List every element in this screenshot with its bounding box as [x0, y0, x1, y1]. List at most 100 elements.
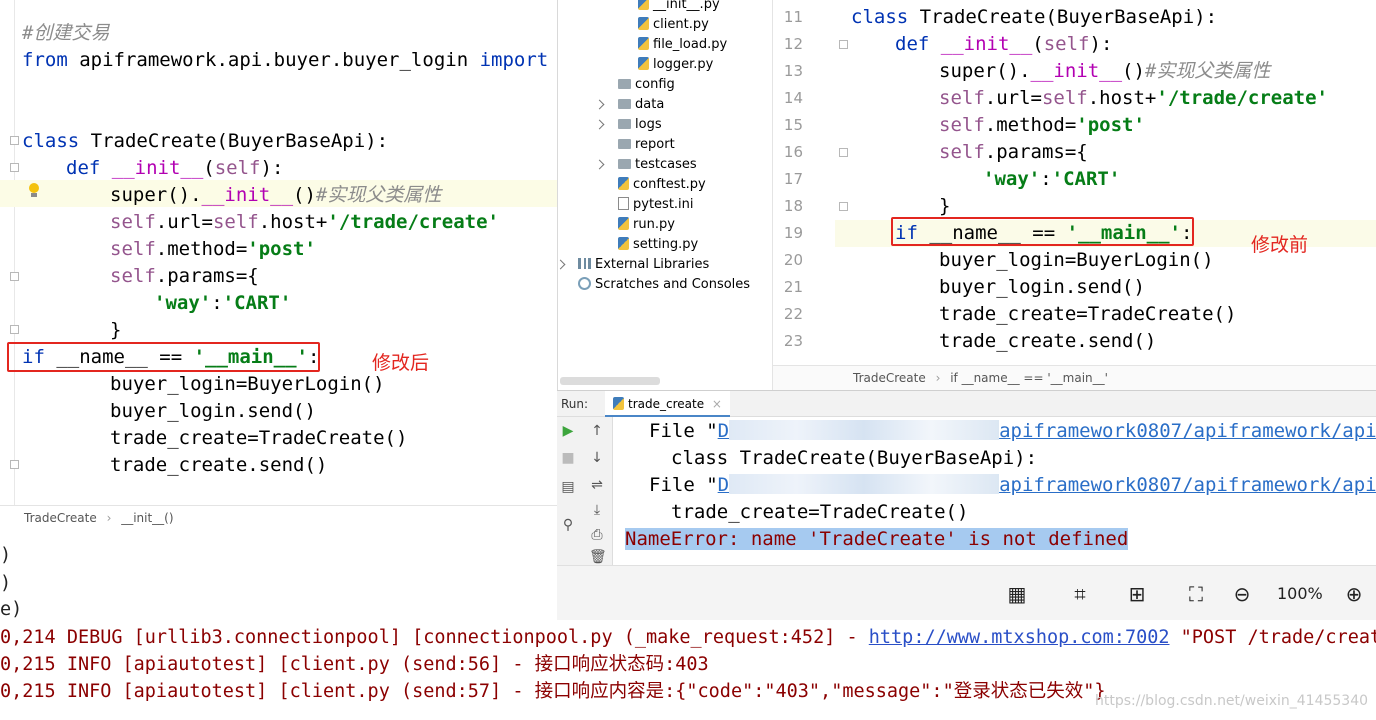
trash-icon[interactable]: 🗑: [589, 549, 607, 565]
code-line-url: self.url=self.host+'/trade/create': [110, 209, 499, 236]
error-message: NameError: name 'TradeCreate' is not def…: [625, 526, 1129, 553]
fit-screen-icon[interactable]: ⛶: [1184, 582, 1208, 606]
tree-item-config[interactable]: config: [618, 75, 675, 95]
tree-item-client[interactable]: client.py: [638, 15, 709, 35]
zoom-out-icon[interactable]: ⊖: [1230, 582, 1254, 606]
traceback-link[interactable]: apiframework0807/apiframework/api/bu: [999, 474, 1376, 496]
import-name: Bu: [548, 49, 557, 71]
tree-item-logger[interactable]: logger.py: [638, 55, 713, 75]
tab-label: trade_create: [628, 397, 705, 411]
url-string: '/trade/create': [1156, 87, 1328, 109]
expand-arrow-icon[interactable]: [594, 159, 605, 170]
keyword-def: def: [895, 33, 930, 55]
image-viewer-toolbar: ▦ ⌗ ⊞ ⛶ ⊖ 100% ⊕: [557, 565, 1376, 620]
tree-item-run[interactable]: run.py: [618, 215, 675, 235]
fold-marker-icon[interactable]: [839, 148, 848, 157]
run-panel[interactable]: Run: trade_create × ▶ ↑ ■ ↓ ▤ ⇌ ⤓ ⚲ ⎙ 🗑 …: [557, 390, 1376, 565]
log-stub: e): [0, 599, 23, 620]
trade-assign: trade_create=TradeCreate(): [939, 303, 1237, 325]
traceback-link[interactable]: D: [718, 420, 729, 442]
annotation-after: 修改后: [372, 352, 430, 374]
fold-marker-icon[interactable]: [10, 272, 19, 281]
ocr-icon[interactable]: ⊞: [1125, 582, 1149, 606]
breadcrumb-item[interactable]: if __name__ == '__main__': [950, 371, 1108, 385]
down-arrow-icon[interactable]: ↓: [589, 450, 605, 466]
login-assign: buyer_login=BuyerLogin(): [939, 249, 1214, 271]
close-tab-icon[interactable]: ×: [712, 397, 722, 411]
expand-arrow-icon[interactable]: [594, 119, 605, 130]
breadcrumb-item[interactable]: TradeCreate: [24, 511, 97, 525]
tree-item-scratches[interactable]: Scratches and Consoles: [578, 275, 750, 295]
crop-icon[interactable]: ⌗: [1068, 582, 1092, 606]
tree-item-setting[interactable]: setting.py: [618, 235, 698, 255]
thumbnails-icon[interactable]: ▦: [1005, 582, 1029, 606]
left-code-editor[interactable]: #创建交易 from apiframework.api.buyer.buyer_…: [0, 0, 557, 530]
way-key: 'way': [154, 292, 212, 314]
line-number-gutter: 11 12 13 14 15 16 17 18 19 20 21 22 23: [773, 0, 835, 365]
log-url-link[interactable]: http://www.mtxshop.com:7002: [869, 627, 1170, 648]
expand-arrow-icon[interactable]: [594, 99, 605, 110]
tree-item-logs[interactable]: logs: [618, 115, 662, 135]
log-line-status: 0,215 INFO [apiautotest] [client.py (sen…: [0, 654, 709, 675]
tree-item-conftest[interactable]: conftest.py: [618, 175, 706, 195]
login-send: buyer_login.send(): [110, 400, 316, 422]
traceback-file-line: File "D apiframework0807/apiframework/api…: [649, 418, 1376, 445]
project-tree[interactable]: __init__.py client.py file_load.py logge…: [557, 0, 772, 390]
tree-item-pytest-ini[interactable]: pytest.ini: [618, 195, 694, 215]
layout-icon[interactable]: ▤: [560, 479, 576, 495]
fold-marker-icon[interactable]: [10, 163, 19, 172]
host-attr: .host+: [1087, 87, 1157, 109]
params-attr: .params={: [155, 265, 259, 287]
tree-item-label: testcases: [635, 157, 697, 172]
super-comment: #实现父类属性: [1144, 60, 1271, 82]
line-number: 12: [783, 35, 803, 53]
code-line-brace: }: [939, 193, 950, 220]
python-file-icon: [618, 237, 629, 250]
log-text: "POST /trade/create?: [1180, 627, 1376, 648]
colon: :: [211, 292, 223, 314]
fold-marker-icon[interactable]: [839, 202, 848, 211]
tree-item-external-libraries[interactable]: External Libraries: [578, 255, 709, 275]
redacted-path: [729, 474, 1000, 494]
stop-icon[interactable]: ■: [560, 450, 576, 466]
fold-marker-icon[interactable]: [10, 136, 19, 145]
lightbulb-icon[interactable]: [28, 183, 40, 198]
traceback-link[interactable]: apiframework0807/apiframework/api/bu: [999, 420, 1376, 442]
breadcrumb-item[interactable]: TradeCreate: [853, 371, 926, 385]
up-arrow-icon[interactable]: ↑: [589, 423, 605, 439]
horizontal-scrollbar[interactable]: [560, 377, 660, 385]
code-line-login-assign: buyer_login=BuyerLogin(): [939, 247, 1214, 274]
tree-item-data[interactable]: data: [618, 95, 664, 115]
tree-item-report[interactable]: report: [618, 135, 675, 155]
library-icon: [578, 258, 591, 269]
print-icon[interactable]: ⎙: [589, 527, 605, 543]
rerun-icon[interactable]: ▶: [560, 423, 576, 439]
line-number: 16: [783, 143, 803, 161]
soft-wrap-icon[interactable]: ⇌: [589, 477, 605, 493]
scroll-to-end-icon[interactable]: ⤓: [589, 502, 605, 518]
def-name: __init__: [100, 157, 204, 179]
fold-marker-icon[interactable]: [10, 460, 19, 469]
expand-arrow-icon[interactable]: [558, 259, 566, 270]
trade-send: trade_create.send(): [110, 454, 328, 476]
breadcrumb-item[interactable]: __init__(): [121, 511, 173, 525]
traceback-link[interactable]: D: [718, 474, 729, 496]
fold-marker-icon[interactable]: [10, 325, 19, 334]
host-attr: .host+: [258, 211, 328, 233]
tree-item-file-load[interactable]: file_load.py: [638, 35, 727, 55]
tree-item-init[interactable]: __init__.py: [638, 0, 720, 15]
tree-item-testcases[interactable]: testcases: [618, 155, 697, 175]
pin-icon[interactable]: ⚲: [560, 517, 576, 533]
tree-item-label: setting.py: [633, 237, 699, 252]
method-string: 'post': [1076, 114, 1145, 136]
fold-marker-icon[interactable]: [839, 40, 848, 49]
code-line-login-assign: buyer_login=BuyerLogin(): [110, 371, 385, 398]
tab-trade-create[interactable]: trade_create ×: [605, 391, 730, 417]
python-file-icon: [618, 217, 629, 230]
code-line-def: def __init__(self):: [66, 155, 283, 182]
brace-close: }: [939, 195, 951, 217]
tree-item-label: __init__.py: [653, 0, 720, 12]
right-code-editor[interactable]: 11 12 13 14 15 16 17 18 19 20 21 22 23 c…: [772, 0, 1376, 390]
paren-close: ):: [1089, 33, 1113, 55]
zoom-in-icon[interactable]: ⊕: [1342, 582, 1366, 606]
